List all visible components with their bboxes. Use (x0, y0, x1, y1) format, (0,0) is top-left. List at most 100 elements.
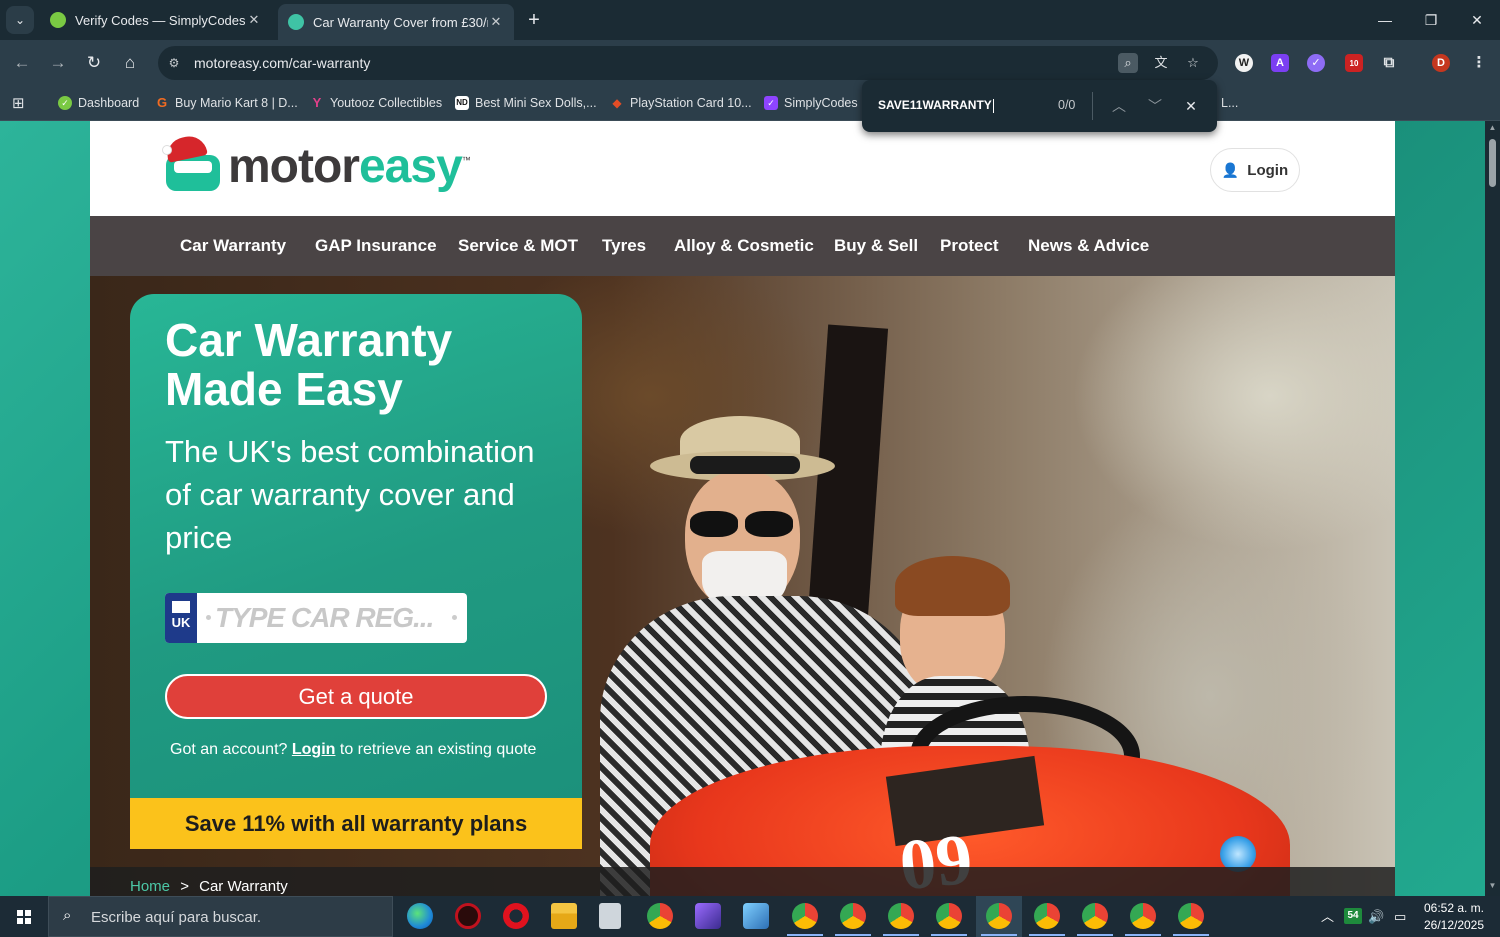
chrome-profile-d-icon[interactable] (986, 903, 1012, 929)
simplycodes-icon: ✓ (764, 96, 778, 110)
tray-chevron-up-icon[interactable]: ︿ (1321, 896, 1334, 937)
nav-buy-sell[interactable]: Buy & Sell (834, 216, 918, 276)
bookmark-mario-kart[interactable]: G Buy Mario Kart 8 | D... (155, 93, 298, 113)
tab-close-icon[interactable]: ✕ (488, 14, 504, 30)
nav-gap-insurance[interactable]: GAP Insurance (315, 216, 437, 276)
chrome-profile-avatar-icon[interactable] (1082, 903, 1108, 929)
nav-car-warranty[interactable]: Car Warranty (180, 216, 286, 276)
scroll-down-arrow-icon[interactable]: ▼ (1487, 881, 1498, 890)
extension-w-icon[interactable]: W (1235, 54, 1253, 72)
login-link[interactable]: Login (292, 741, 336, 758)
taskbar-search[interactable]: ⌕ Escribe aquí para buscar. (48, 896, 393, 937)
restore-button[interactable]: ❐ (1408, 0, 1454, 40)
taskbar-clock[interactable]: 06:52 a. m. 26/12/2025 (1418, 900, 1490, 934)
chrome-profile-avatar2-icon[interactable] (1130, 903, 1156, 929)
extensions-puzzle-icon[interactable]: ⧉ (1380, 54, 1398, 72)
playstation-icon: ◆ (612, 96, 622, 110)
car-reg-field[interactable]: UK (165, 593, 467, 643)
minimize-button[interactable]: — (1362, 0, 1408, 40)
new-tab-button[interactable]: + (522, 8, 546, 32)
g-icon: G (156, 95, 168, 110)
login-label: Login (1247, 161, 1289, 179)
url-text[interactable]: motoreasy.com/car-warranty (194, 55, 370, 71)
nav-news-advice[interactable]: News & Advice (1028, 216, 1149, 276)
reload-icon[interactable]: ↻ (82, 51, 106, 75)
site-info-icon[interactable]: ⚙ (166, 55, 182, 71)
address-bar[interactable]: ⚙ motoreasy.com/car-warranty ⌕ 文 ☆ (158, 46, 1218, 80)
nav-tyres[interactable]: Tyres (602, 216, 646, 276)
bookmark-youtooz[interactable]: Y Youtooz Collectibles (310, 93, 442, 113)
chevron-down-icon[interactable]: ﹀ (1143, 94, 1167, 118)
user-icon: 👤 (1221, 161, 1240, 178)
simplycodes-extension-icon[interactable]: ✓ (1307, 54, 1325, 72)
nav-protect[interactable]: Protect (940, 216, 999, 276)
car-reg-input[interactable] (205, 593, 445, 643)
close-window-button[interactable]: ✕ (1454, 0, 1500, 40)
uk-flag-icon (172, 601, 190, 613)
bookmark-label: Youtooz Collectibles (330, 96, 443, 110)
tab-car-warranty[interactable]: Car Warranty Cover from £30/m ✕ (278, 4, 514, 40)
find-divider (1092, 92, 1093, 120)
find-in-page-bar: SAVE11WARRANTY 0/0 ︿ ﹀ ✕ (862, 80, 1217, 132)
chrome-profile-j-icon[interactable] (888, 903, 914, 929)
find-input[interactable]: SAVE11WARRANTY (878, 98, 994, 113)
login-button[interactable]: 👤 Login (1210, 148, 1300, 192)
chrome-profile-e2-icon[interactable] (936, 903, 962, 929)
chrome-icon[interactable] (647, 903, 673, 929)
page-scrollbar[interactable]: ▲ ▼ (1485, 121, 1500, 896)
clock-time: 06:52 a. m. (1423, 901, 1485, 915)
get-a-quote-button[interactable]: Get a quote (165, 674, 547, 719)
chrome-profile-s-icon[interactable] (840, 903, 866, 929)
save-banner[interactable]: Save 11% with all warranty plans (130, 798, 582, 849)
find-in-page-icon[interactable]: ⌕ (1118, 53, 1138, 73)
motoreasy-logo[interactable]: motoreasy ™ (162, 133, 471, 195)
tab-close-icon[interactable]: ✕ (246, 12, 262, 28)
logo-wordmark: motoreasy (228, 139, 463, 193)
notes-app-icon[interactable] (743, 903, 769, 929)
chrome-profile-e-icon[interactable] (792, 903, 818, 929)
edge-icon[interactable] (407, 903, 433, 929)
file-explorer-icon[interactable] (551, 903, 577, 929)
bookmark-playstation[interactable]: ◆ PlayStation Card 10... (610, 93, 751, 113)
network-icon[interactable]: ▭ (1394, 896, 1406, 937)
page-viewport: motoreasy ™ 👤 Login Car Warranty GAP Ins… (0, 121, 1485, 896)
extension-badge-icon[interactable]: 10 (1345, 54, 1363, 72)
recycle-app-icon[interactable] (599, 903, 621, 929)
start-button[interactable] (0, 896, 48, 937)
bookmark-star-icon[interactable]: ☆ (1183, 53, 1203, 73)
volume-icon[interactable]: 🔊 (1368, 896, 1384, 937)
tab-search-button[interactable]: ⌄ (6, 6, 34, 34)
profile-avatar[interactable]: D (1432, 54, 1450, 72)
close-icon[interactable]: ✕ (1179, 94, 1203, 118)
motoreasy-favicon-icon (288, 14, 304, 30)
breadcrumb-home-link[interactable]: Home (130, 878, 170, 895)
chevron-up-icon[interactable]: ︿ (1107, 94, 1131, 118)
bookmark-overflow[interactable]: L... (1221, 93, 1238, 113)
extension-a-icon[interactable]: A (1271, 54, 1289, 72)
tab-simplycodes[interactable]: Verify Codes — SimplyCodes ✕ (40, 4, 272, 36)
chrome-profile-d2-icon[interactable] (1034, 903, 1060, 929)
hero-headline: Car Warranty Made Easy (165, 314, 453, 415)
bookmark-mini-dolls[interactable]: ND Best Mini Sex Dolls,... (455, 93, 597, 113)
home-icon[interactable]: ⌂ (118, 51, 142, 75)
apps-grid-icon[interactable]: ⊞ (12, 93, 25, 113)
taskbar-running-indicator (1077, 934, 1113, 936)
back-arrow-icon[interactable]: ← (10, 51, 34, 75)
bookmark-dashboard[interactable]: ✓ Dashboard (58, 93, 139, 113)
forward-arrow-icon[interactable]: → (46, 51, 70, 75)
game-app-icon[interactable] (455, 903, 481, 929)
kebab-menu-icon[interactable]: ⋮ (1470, 54, 1488, 72)
translate-icon[interactable]: 文 (1151, 53, 1171, 73)
scroll-up-arrow-icon[interactable]: ▲ (1487, 123, 1498, 132)
scrollbar-thumb[interactable] (1489, 139, 1496, 187)
nav-service-mot[interactable]: Service & MOT (458, 216, 578, 276)
nav-alloy-cosmetic[interactable]: Alloy & Cosmetic (674, 216, 814, 276)
bookmark-simplycodes[interactable]: ✓ SimplyCodes E (764, 93, 869, 113)
profile-initial: D (1437, 57, 1445, 69)
opera-icon[interactable] (503, 903, 529, 929)
chrome-profile-s2-icon[interactable] (1178, 903, 1204, 929)
tray-badge-icon[interactable]: 54 (1344, 908, 1362, 924)
feather-app-icon[interactable] (695, 903, 721, 929)
nd-icon: ND (455, 96, 469, 110)
breadcrumb-current: Car Warranty (199, 878, 288, 895)
